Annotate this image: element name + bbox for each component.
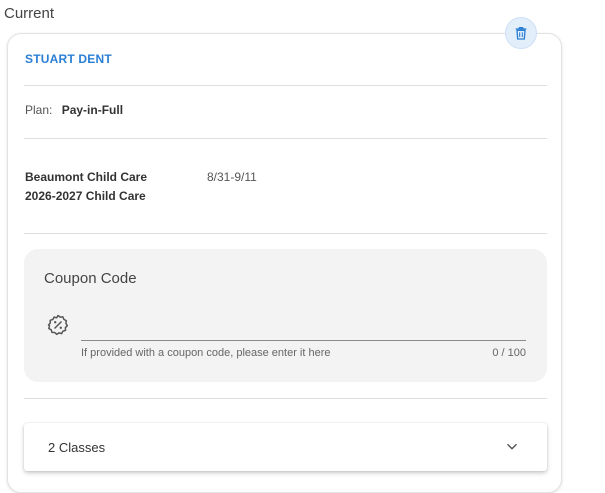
program-name-line1: Beaumont Child Care (25, 170, 148, 184)
coupon-hint: If provided with a coupon code, please e… (81, 347, 331, 359)
coupon-section: Coupon Code If provided with a coupon co… (24, 249, 547, 382)
divider (24, 233, 547, 234)
plan-row: Plan: Pay-in-Full (25, 103, 123, 117)
program-name-line2: 2026-2027 Child Care (25, 189, 146, 203)
coupon-character-counter: 0 / 100 (492, 347, 526, 359)
trash-icon (515, 27, 527, 40)
student-name: STUART DENT (25, 52, 112, 66)
classes-label: 2 Classes (48, 440, 106, 455)
program-name: Beaumont Child Care 2026-2027 Child Care (25, 168, 147, 206)
divider (24, 398, 547, 399)
plan-value: Pay-in-Full (61, 103, 124, 117)
enrollment-card: STUART DENT Plan: Pay-in-Full Beaumont C… (7, 17, 562, 493)
coupon-percent-icon (47, 314, 69, 336)
divider (24, 138, 547, 139)
program-dates: 8/31-9/11 (207, 170, 257, 184)
divider (24, 85, 547, 86)
coupon-title: Coupon Code (44, 270, 137, 287)
delete-enrollment-button[interactable] (505, 17, 537, 49)
plan-label: Plan: (25, 103, 53, 117)
classes-expansion-panel[interactable]: 2 Classes (24, 423, 547, 471)
coupon-input[interactable] (81, 311, 526, 341)
section-title: Current (4, 5, 55, 22)
chevron-down-icon[interactable] (505, 440, 519, 454)
